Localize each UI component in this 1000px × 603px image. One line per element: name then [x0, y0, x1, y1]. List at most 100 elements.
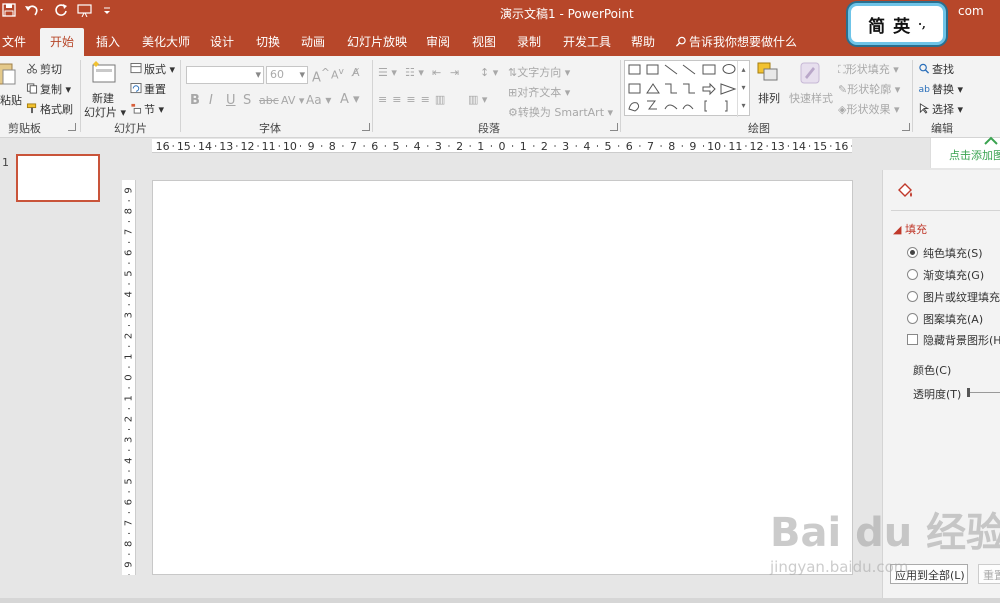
strikethrough-icon[interactable]: abc — [259, 94, 279, 107]
save-icon[interactable] — [2, 3, 16, 21]
columns-icon[interactable]: ▥ ▾ — [468, 93, 487, 106]
clipboard-launcher-icon[interactable] — [68, 123, 76, 131]
select-button[interactable]: 选择 ▾ — [918, 101, 963, 117]
bullets-icon[interactable]: ☰ ▾ — [378, 66, 397, 79]
line-spacing-icon[interactable]: ↕ ▾ — [480, 66, 498, 79]
redo-icon[interactable] — [54, 3, 68, 21]
ribbon: 粘贴 剪切 复制 ▾ 格式刷 剪贴板 新建 幻灯片 ▾ 版式 ▾ 重置 节 ▾ … — [0, 56, 1000, 138]
arrange-button[interactable] — [756, 61, 782, 88]
increase-font-icon[interactable]: A^ — [312, 66, 330, 85]
align-text-button[interactable]: ⊞对齐文本 ▾ — [508, 84, 570, 100]
shape-fill-button[interactable]: ⛶形状填充 ▾ — [838, 61, 899, 77]
ruler-tick — [703, 145, 705, 147]
fill-section-title: 填充 — [904, 223, 927, 236]
find-button[interactable]: 查找 — [918, 61, 954, 77]
tab-insert[interactable]: 插入 — [96, 33, 120, 50]
tab-animations[interactable]: 动画 — [301, 33, 325, 50]
reset-button[interactable]: 重置 — [130, 81, 166, 97]
tab-file[interactable]: 文件 — [2, 33, 26, 50]
tell-me-search[interactable]: 告诉我你想要做什么 — [675, 33, 797, 50]
gradient-fill-radio[interactable] — [907, 269, 918, 280]
drawing-launcher-icon[interactable] — [902, 123, 910, 131]
undo-icon[interactable] — [24, 3, 46, 21]
alignment-icons[interactable]: ≡≡≡≡▥ — [378, 93, 450, 106]
tab-view[interactable]: 视图 — [472, 33, 496, 50]
new-slide-button[interactable] — [90, 60, 118, 87]
ime-status-bar[interactable]: 简 英 ·, — [848, 3, 946, 45]
change-case-icon[interactable]: Aa ▾ — [306, 93, 331, 107]
convert-smartart-button[interactable]: ⚙转换为 SmartArt ▾ — [508, 104, 613, 120]
font-color-icon[interactable]: A ▾ — [340, 92, 360, 107]
shapes-gallery[interactable]: ▴ ▾ ▾ — [624, 60, 750, 117]
section-button[interactable]: 节 ▾ — [130, 101, 164, 117]
shape-outline-button[interactable]: ✎形状轮廓 ▾ — [838, 81, 900, 97]
new-slide-label-2[interactable]: 幻灯片 ▾ — [84, 104, 126, 120]
tab-transitions[interactable]: 切换 — [256, 33, 280, 50]
font-size-dropdown[interactable]: 60 ▾ — [266, 66, 308, 84]
fill-section-header[interactable]: ◢ 填充 — [893, 221, 927, 237]
solid-fill-label[interactable]: 纯色填充(S) — [923, 245, 983, 261]
pattern-fill-radio[interactable] — [907, 313, 918, 324]
tab-developer[interactable]: 开发工具 — [563, 33, 611, 50]
underline-icon[interactable]: U — [226, 93, 236, 108]
ime-punct[interactable]: ·, — [918, 18, 926, 31]
picture-fill-radio[interactable] — [907, 291, 918, 302]
char-spacing-icon[interactable]: AV ▾ — [281, 94, 304, 107]
quick-styles-icon — [800, 62, 820, 84]
clipboard-group-label: 剪贴板 — [8, 122, 41, 135]
replace-button[interactable]: ab 替换 ▾ — [918, 81, 964, 97]
color-label: 颜色(C) — [913, 364, 952, 377]
shape-effects-button[interactable]: ◈形状效果 ▾ — [838, 101, 900, 117]
layout-button[interactable]: 版式 ▾ — [130, 61, 175, 77]
solid-fill-radio[interactable] — [907, 247, 918, 258]
format-painter-button[interactable]: 格式刷 — [26, 101, 73, 117]
gradient-fill-label[interactable]: 渐变填充(G) — [923, 267, 984, 283]
reset-background-button[interactable]: 重置 — [978, 564, 1000, 584]
bold-icon[interactable]: B — [190, 93, 200, 108]
hide-background-label[interactable]: 隐藏背景图形(H — [923, 332, 1000, 348]
select-label: 选择 — [932, 103, 954, 116]
font-name-dropdown[interactable]: ▾ — [186, 66, 264, 84]
quick-styles-button[interactable] — [797, 61, 823, 88]
tab-beautify-master[interactable]: 美化大师 — [142, 33, 190, 50]
shapes-scroll[interactable]: ▴ ▾ ▾ — [737, 61, 749, 117]
scissors-icon — [26, 63, 38, 74]
quick-styles-label[interactable]: 快速样式 — [789, 90, 833, 106]
decrease-font-icon[interactable]: Av — [331, 66, 344, 82]
hide-background-checkbox[interactable] — [907, 334, 918, 345]
ruler-label: 15 — [813, 140, 827, 153]
paste-button[interactable]: 粘贴 — [0, 61, 22, 107]
cut-button[interactable]: 剪切 — [26, 61, 62, 77]
text-direction-button[interactable]: ⇅文字方向 ▾ — [508, 64, 570, 80]
tab-record[interactable]: 录制 — [517, 33, 541, 50]
decrease-indent-icon[interactable]: ⇤ — [432, 66, 441, 79]
clear-formatting-icon[interactable]: A̸ — [352, 66, 360, 79]
arrange-label[interactable]: 排列 — [758, 90, 780, 106]
slide-thumbnail[interactable] — [16, 154, 100, 202]
ime-lang[interactable]: 英 — [893, 12, 910, 37]
font-launcher-icon[interactable] — [362, 123, 370, 131]
ruler-label: 16 — [156, 140, 170, 153]
paragraph-launcher-icon[interactable] — [610, 123, 618, 131]
tab-design[interactable]: 设计 — [210, 33, 234, 50]
ruler-tick — [448, 145, 450, 147]
tab-help[interactable]: 帮助 — [631, 33, 655, 50]
shadow-icon[interactable]: S — [243, 93, 251, 108]
tab-review[interactable]: 审阅 — [426, 33, 450, 50]
ime-mode[interactable]: 简 — [868, 12, 885, 37]
numbering-icon[interactable]: ☷ ▾ — [405, 66, 424, 79]
transparency-slider-track[interactable] — [970, 392, 1000, 393]
add-picture-button[interactable]: 点击添加图 — [930, 136, 1000, 168]
ruler-tick — [128, 262, 130, 264]
tab-slideshow[interactable]: 幻灯片放映 — [347, 33, 407, 50]
increase-indent-icon[interactable]: ⇥ — [450, 66, 459, 79]
customize-qat-icon[interactable] — [102, 3, 112, 21]
slide-canvas[interactable] — [152, 180, 853, 575]
slideshow-icon[interactable] — [76, 3, 94, 21]
copy-button[interactable]: 复制 ▾ — [26, 81, 71, 97]
picture-fill-label[interactable]: 图片或纹理填充 — [923, 289, 1000, 305]
italic-icon[interactable]: I — [209, 93, 213, 108]
pattern-fill-label[interactable]: 图案填充(A) — [923, 311, 983, 327]
tab-home[interactable]: 开始 — [40, 28, 85, 56]
fill-bucket-icon[interactable] — [895, 182, 915, 202]
